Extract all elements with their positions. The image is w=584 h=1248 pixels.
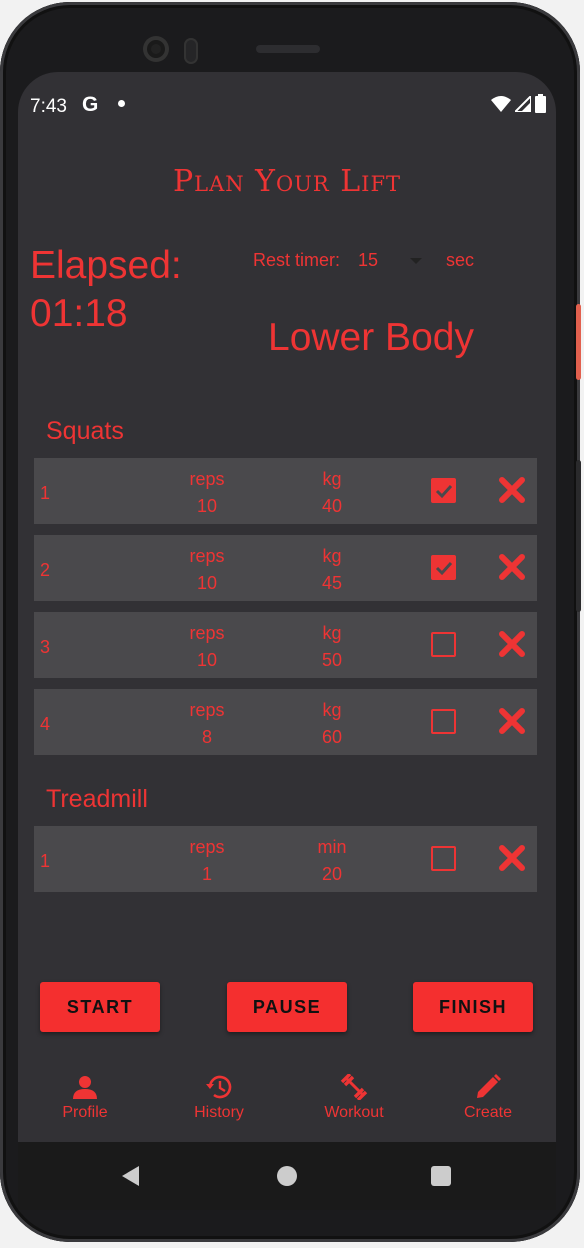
set-number: 3 [40, 637, 51, 657]
front-camera [143, 36, 169, 62]
reps-value[interactable]: 10 [172, 647, 242, 674]
reps-column: reps 10 [172, 543, 242, 597]
reps-label: reps [189, 469, 225, 489]
delete-set-icon[interactable] [498, 707, 526, 735]
duration-value[interactable]: 20 [297, 861, 367, 888]
battery-icon [535, 94, 546, 113]
workout-name: Lower Body [268, 316, 474, 359]
nav-label: History [194, 1104, 244, 1121]
delete-set-icon[interactable] [498, 630, 526, 658]
weight-value[interactable]: 45 [297, 570, 367, 597]
delete-set-icon[interactable] [498, 844, 526, 872]
set-done-checkbox[interactable] [431, 846, 456, 871]
weight-column: kg 50 [297, 620, 367, 674]
recent-apps-icon[interactable] [431, 1166, 451, 1186]
power-button [576, 304, 581, 380]
nav-item-history[interactable]: History [169, 1074, 269, 1122]
elapsed-timer: Elapsed: 01:18 [30, 242, 182, 338]
reps-value[interactable]: 1 [172, 861, 242, 888]
exercise-title: Treadmill [46, 785, 148, 813]
rest-timer-label: Rest timer: [253, 250, 341, 270]
set-done-checkbox[interactable] [431, 632, 456, 657]
status-bar: 7:43 G [18, 72, 556, 142]
pause-button[interactable]: PAUSE [227, 982, 347, 1032]
person-icon [73, 1076, 97, 1099]
weight-label: kg [322, 546, 342, 566]
google-icon: G [82, 93, 99, 116]
app-title: Plan Your Lift [172, 164, 402, 199]
history-icon [206, 1075, 232, 1099]
weight-label: kg [322, 469, 342, 489]
set-row[interactable]: 1 reps 1 min 20 [34, 826, 537, 892]
weight-value[interactable]: 50 [297, 647, 367, 674]
earpiece-speaker [256, 45, 320, 53]
reps-column: reps 10 [172, 466, 242, 520]
reps-column: reps 8 [172, 697, 242, 751]
pencil-icon [477, 1074, 501, 1098]
rest-timer: Rest timer: 15 sec [253, 250, 474, 271]
proximity-sensor [184, 38, 198, 64]
check-icon [435, 484, 453, 499]
weight-value[interactable]: 60 [297, 724, 367, 751]
reps-label: reps [189, 623, 225, 643]
set-done-checkbox[interactable] [431, 709, 456, 734]
elapsed-label: Elapsed: [30, 244, 182, 287]
signal-icon [515, 95, 531, 112]
nav-item-profile[interactable]: Profile [35, 1074, 135, 1122]
start-button[interactable]: START [40, 982, 160, 1032]
rest-timer-select[interactable]: 15 [358, 250, 408, 271]
set-row[interactable]: 4 reps 8 kg 60 [34, 689, 537, 755]
dropdown-caret-icon[interactable] [410, 257, 423, 264]
set-row[interactable]: 2 reps 10 kg 45 [34, 535, 537, 601]
set-done-checkbox[interactable] [431, 555, 456, 580]
nav-label: Workout [324, 1104, 384, 1121]
set-number: 1 [40, 483, 51, 503]
duration-column: min 20 [297, 834, 367, 888]
back-icon[interactable] [122, 1166, 139, 1186]
reps-value[interactable]: 10 [172, 570, 242, 597]
weight-value[interactable]: 40 [297, 493, 367, 520]
notification-dot-icon [118, 100, 125, 107]
bottom-navigation: Profile History Workout Create [18, 1070, 556, 1142]
exercise-list[interactable]: Squats 1 reps 10 kg 40 2 reps 10 kg 45 3… [34, 398, 538, 903]
reps-value[interactable]: 10 [172, 493, 242, 520]
set-number: 2 [40, 560, 51, 580]
reps-label: reps [189, 837, 225, 857]
wifi-icon [491, 96, 511, 112]
system-navigation-bar [18, 1142, 556, 1210]
reps-value[interactable]: 8 [172, 724, 242, 751]
weight-column: kg 45 [297, 543, 367, 597]
set-number: 1 [40, 851, 51, 871]
weight-label: kg [322, 623, 342, 643]
rest-timer-unit: sec [446, 250, 475, 270]
reps-label: reps [189, 546, 225, 566]
volume-button [576, 460, 581, 612]
reps-label: reps [189, 700, 225, 720]
nav-label: Create [463, 1104, 513, 1121]
weight-column: kg 60 [297, 697, 367, 751]
set-done-checkbox[interactable] [431, 478, 456, 503]
reps-column: reps 1 [172, 834, 242, 888]
nav-item-workout[interactable]: Workout [304, 1074, 404, 1122]
set-row[interactable]: 1 reps 10 kg 40 [34, 458, 537, 524]
home-icon[interactable] [277, 1166, 297, 1186]
nav-item-create[interactable]: Create [438, 1074, 538, 1122]
set-row[interactable]: 3 reps 10 kg 50 [34, 612, 537, 678]
delete-set-icon[interactable] [498, 553, 526, 581]
status-icons [491, 94, 546, 113]
weight-column: kg 40 [297, 466, 367, 520]
app-screen: 7:43 G Plan Your Lift Elapsed: 01:18 Res… [18, 72, 556, 1142]
duration-label: min [317, 837, 347, 857]
dumbbell-icon [340, 1074, 368, 1100]
weight-label: kg [322, 700, 342, 720]
elapsed-value: 01:18 [30, 292, 128, 335]
nav-label: Profile [62, 1104, 108, 1121]
check-icon [435, 561, 453, 576]
finish-button[interactable]: FINISH [413, 982, 533, 1032]
status-time: 7:43 [30, 96, 67, 117]
exercise-title: Squats [46, 417, 124, 445]
reps-column: reps 10 [172, 620, 242, 674]
delete-set-icon[interactable] [498, 476, 526, 504]
set-number: 4 [40, 714, 51, 734]
